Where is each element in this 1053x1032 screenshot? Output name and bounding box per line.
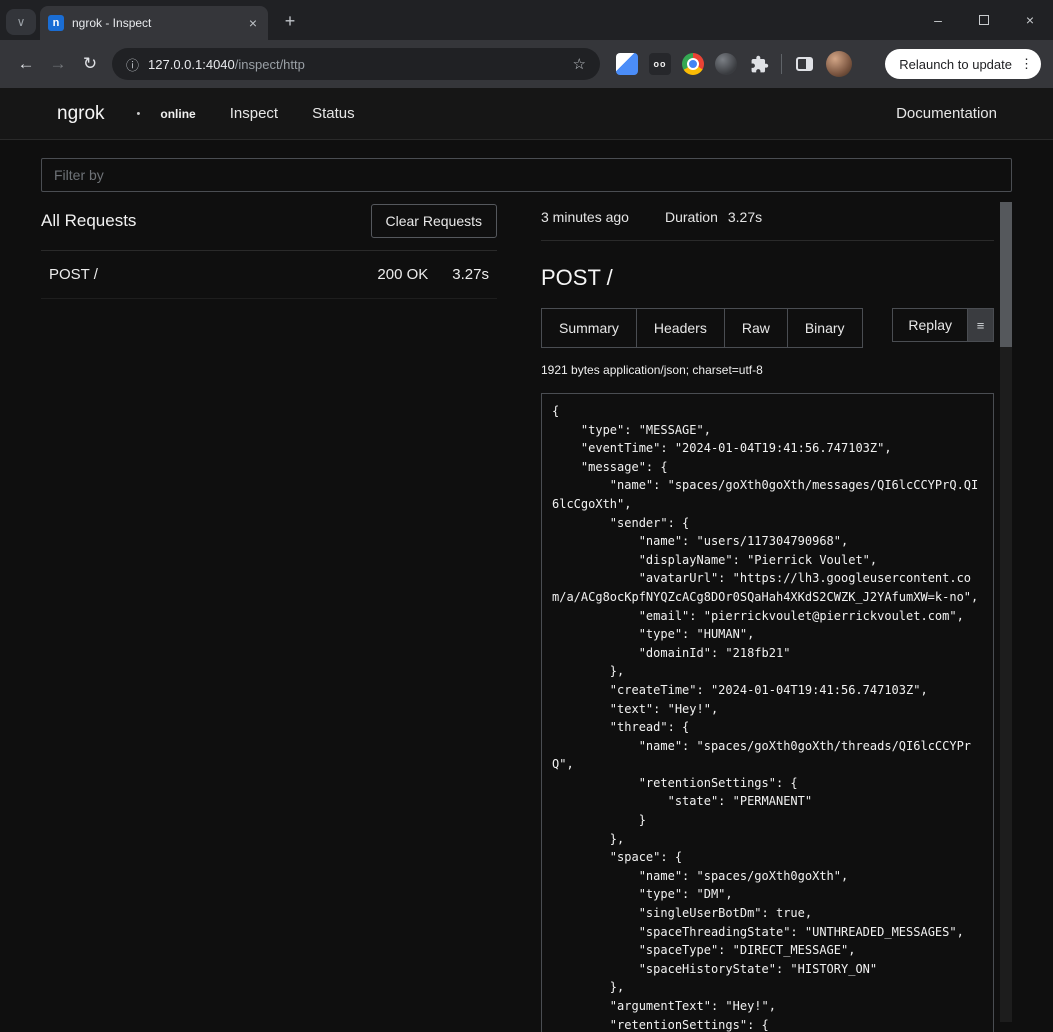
site-info-icon[interactable]: ⓘ xyxy=(126,55,139,74)
request-duration: 3.27s xyxy=(452,266,489,283)
filter-input[interactable] xyxy=(41,158,1012,192)
side-panel-button[interactable] xyxy=(793,53,815,75)
request-list-panel: All Requests Clear Requests POST / 200 O… xyxy=(41,198,497,1032)
browser-tab[interactable]: n ngrok - Inspect × xyxy=(40,6,268,40)
extensions-row: oo xyxy=(616,51,852,77)
replay-button[interactable]: Replay xyxy=(892,308,968,342)
forward-button[interactable]: → xyxy=(42,48,74,80)
all-requests-title: All Requests xyxy=(41,211,136,231)
duration-label: Duration xyxy=(665,209,718,225)
chrome-logo-icon[interactable] xyxy=(682,53,704,75)
tab-summary[interactable]: Summary xyxy=(541,308,637,348)
maximize-button[interactable] xyxy=(961,0,1007,40)
tab-close-icon[interactable]: × xyxy=(246,15,260,31)
inspect-columns: All Requests Clear Requests POST / 200 O… xyxy=(41,198,1012,1032)
duration-value: 3.27s xyxy=(728,209,762,225)
profile-avatar[interactable] xyxy=(826,51,852,77)
request-row-right: 200 OK 3.27s xyxy=(377,266,489,283)
response-body-box: { "type": "MESSAGE", "eventTime": "2024-… xyxy=(541,393,994,1032)
reload-button[interactable]: ↻ xyxy=(74,48,106,80)
duration-group: Duration 3.27s xyxy=(665,209,762,225)
detail-tabs-row: Summary Headers Raw Binary Replay ≡ xyxy=(541,308,994,348)
ngrok-brand[interactable]: ngrok xyxy=(57,103,105,125)
ngrok-header: ngrok • online Inspect Status Documentat… xyxy=(0,88,1053,140)
forward-icon: → xyxy=(50,54,67,74)
replay-group: Replay ≡ xyxy=(892,308,994,342)
browser-toolbar: ← → ↻ ⓘ 127.0.0.1:4040/inspect/http ☆ oo xyxy=(0,40,1053,88)
time-ago: 3 minutes ago xyxy=(541,209,629,225)
close-button[interactable]: × xyxy=(1007,0,1053,40)
response-body-json: { "type": "MESSAGE", "eventTime": "2024-… xyxy=(552,402,983,1032)
inspect-content: All Requests Clear Requests POST / 200 O… xyxy=(0,140,1053,1032)
extensions-puzzle-button[interactable] xyxy=(748,53,770,75)
request-row[interactable]: POST / 200 OK 3.27s xyxy=(41,251,497,299)
minimize-button[interactable]: – xyxy=(915,0,961,40)
reload-icon: ↻ xyxy=(83,54,97,74)
window-controls: – × xyxy=(915,0,1053,40)
online-status: online xyxy=(160,107,195,121)
ngrok-page: ngrok • online Inspect Status Documentat… xyxy=(0,88,1053,1032)
detail-meta-row: 3 minutes ago Duration 3.27s xyxy=(541,198,994,241)
tab-headers[interactable]: Headers xyxy=(636,308,725,348)
address-bar[interactable]: ⓘ 127.0.0.1:4040/inspect/http ☆ xyxy=(112,48,600,80)
browser-titlebar: ∨ n ngrok - Inspect × + – × xyxy=(0,0,1053,40)
replay-menu-icon: ≡ xyxy=(977,318,985,333)
ngrok-favicon-icon: n xyxy=(48,15,64,31)
extension-circle-icon[interactable] xyxy=(715,53,737,75)
minimize-icon: – xyxy=(934,12,942,28)
side-panel-icon xyxy=(796,57,813,71)
chevron-down-icon: ∨ xyxy=(17,15,26,29)
back-button[interactable]: ← xyxy=(10,48,42,80)
tab-search-button[interactable]: ∨ xyxy=(6,9,36,35)
detail-title: POST / xyxy=(541,265,994,291)
nav-status[interactable]: Status xyxy=(312,105,355,122)
toolbar-divider xyxy=(781,54,782,74)
request-status: 200 OK xyxy=(377,266,428,283)
url-host: 127.0.0.1:4040 xyxy=(148,57,235,72)
bookmark-star-icon[interactable]: ☆ xyxy=(573,55,586,73)
browser-window: ∨ n ngrok - Inspect × + – × ← → xyxy=(0,0,1053,1032)
request-method-path: POST / xyxy=(49,266,98,283)
back-icon: ← xyxy=(18,54,35,74)
close-icon: × xyxy=(1026,12,1034,28)
status-bullet-icon: • xyxy=(137,108,141,120)
extension-blue-icon[interactable] xyxy=(616,53,638,75)
tab-binary[interactable]: Binary xyxy=(787,308,863,348)
scrollbar-thumb[interactable] xyxy=(1000,202,1012,347)
glasses-icon: oo xyxy=(654,59,667,69)
replay-menu-button[interactable]: ≡ xyxy=(968,308,994,342)
tab-raw[interactable]: Raw xyxy=(724,308,788,348)
request-detail-panel: 3 minutes ago Duration 3.27s POST / Summ… xyxy=(541,198,1012,1032)
puzzle-icon xyxy=(750,55,769,74)
plus-icon: + xyxy=(285,11,296,32)
maximize-icon xyxy=(979,15,989,25)
new-tab-button[interactable]: + xyxy=(276,7,304,35)
url-path: /inspect/http xyxy=(235,57,305,72)
tab-title: ngrok - Inspect xyxy=(72,16,238,30)
nav-inspect[interactable]: Inspect xyxy=(230,105,278,122)
extension-glasses-icon[interactable]: oo xyxy=(649,53,671,75)
clear-requests-button[interactable]: Clear Requests xyxy=(371,204,498,238)
request-list-header: All Requests Clear Requests xyxy=(41,198,497,251)
menu-dots-icon[interactable]: ⋮ xyxy=(1020,56,1033,72)
url-text: 127.0.0.1:4040/inspect/http xyxy=(148,57,305,72)
content-type-meta: 1921 bytes application/json; charset=utf… xyxy=(541,363,994,377)
nav-documentation[interactable]: Documentation xyxy=(896,105,997,122)
relaunch-button[interactable]: Relaunch to update ⋮ xyxy=(885,49,1041,79)
relaunch-label: Relaunch to update xyxy=(899,57,1012,72)
detail-scrollbar[interactable] xyxy=(1000,202,1012,1022)
